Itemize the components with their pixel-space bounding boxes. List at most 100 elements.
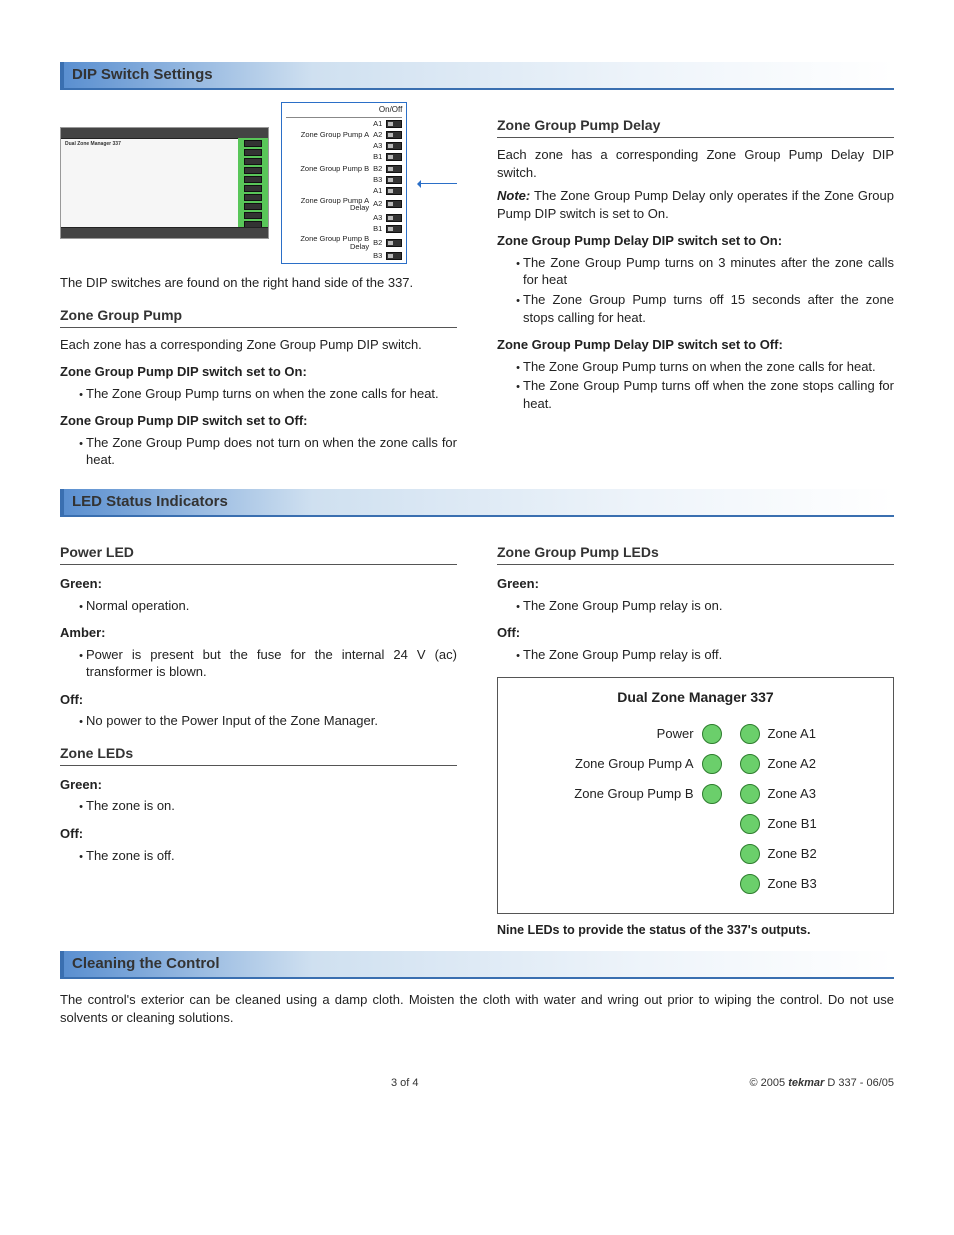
callout-pin: A1 [373,186,382,196]
callout-group-label: Zone Group Pump B Delay [286,235,369,250]
zone-pump-delay-off-title: Zone Group Pump Delay DIP switch set to … [497,336,894,354]
led-state-label: Green: [60,575,457,593]
led-dot-icon [702,724,722,744]
led-state-label: Amber: [60,624,457,642]
led-panel-title: Dual Zone Manager 337 [512,688,879,707]
dip-caption: The DIP switches are found on the right … [60,274,457,292]
led-row: Zone B3 [740,869,817,899]
dip-switch-icon [386,225,402,233]
led-label: Zone B2 [768,845,817,863]
list-item: The Zone Group Pump turns off when the z… [523,377,894,412]
led-panel-caption: Nine LEDs to provide the status of the 3… [497,922,894,939]
list-item: The Zone Group Pump turns on 3 minutes a… [523,254,894,289]
led-state-label: Off: [60,691,457,709]
arrow-icon [419,183,457,184]
sub-header-zone-leds: Zone LEDs [60,744,457,766]
zone-pump-delay-on-list: The Zone Group Pump turns on 3 minutes a… [497,254,894,326]
led-label: Zone B1 [768,815,817,833]
zone-pump-delay-on-title: Zone Group Pump Delay DIP switch set to … [497,232,894,250]
led-dot-icon [740,754,760,774]
led-row: Zone A3 [740,779,817,809]
led-state-list: No power to the Power Input of the Zone … [60,712,457,730]
led-state-list: Power is present but the fuse for the in… [60,646,457,681]
list-item: The zone is off. [86,847,457,865]
sub-header-pump-leds: Zone Group Pump LEDs [497,543,894,565]
led-row: Power [574,719,721,749]
callout-pin: B2 [373,164,382,174]
led-dot-icon [740,814,760,834]
callout-group-label: Zone Group Pump A Delay [286,197,369,212]
pump-led-states: Green: The Zone Group Pump relay is on. Of… [497,575,894,663]
list-item: The zone is on. [86,797,457,815]
footer-page: 3 of 4 [60,1076,750,1091]
list-item: The Zone Group Pump does not turn on whe… [86,434,457,469]
led-state-list: Normal operation. [60,597,457,615]
callout-pin: A3 [373,213,382,223]
callout-pin: B2 [373,238,382,248]
footer-right: © 2005 tekmar D 337 - 06/05 [750,1076,895,1091]
power-led-states: Green: Normal operation. Amber: Power is pr… [60,575,457,730]
callout-pin: B3 [373,175,382,185]
callout-title: On/Off [286,105,402,118]
led-state-label: Off: [60,825,457,843]
led-dot-icon [740,784,760,804]
led-state-list: The Zone Group Pump relay is off. [497,646,894,664]
led-label: Zone A1 [768,725,816,743]
dip-switch-icon [386,214,402,222]
dip-switch-icon [386,239,402,247]
dip-switch-icon [386,252,402,260]
led-label: Zone Group Pump A [575,755,694,773]
zone-pump-on-title: Zone Group Pump DIP switch set to On: [60,363,457,381]
dip-switch-icon [386,131,402,139]
dip-switch-icon [386,200,402,208]
section-header-cleaning: Cleaning the Control [60,951,894,979]
list-item: The Zone Group Pump turns on when the zo… [86,385,457,403]
led-state-list: The zone is off. [60,847,457,865]
led-row: Zone Group Pump B [574,779,721,809]
list-item: Normal operation. [86,597,457,615]
sub-header-zone-pump-delay: Zone Group Pump Delay [497,116,894,138]
zone-pump-delay-intro: Each zone has a corresponding Zone Group… [497,146,894,181]
dip-switch-icon [386,153,402,161]
zone-pump-delay-off-list: The Zone Group Pump turns on when the zo… [497,358,894,413]
list-item: The Zone Group Pump relay is off. [523,646,894,664]
zone-pump-off-list: The Zone Group Pump does not turn on whe… [60,434,457,469]
led-label: Power [657,725,694,743]
dip-switch-icon [386,120,402,128]
zone-pump-delay-note: Note: The Zone Group Pump Delay only ope… [497,187,894,222]
led-state-list: The zone is on. [60,797,457,815]
led-row: Zone A1 [740,719,817,749]
led-dot-icon [740,844,760,864]
led-state-label: Green: [60,776,457,794]
zone-pump-off-title: Zone Group Pump DIP switch set to Off: [60,412,457,430]
dip-switch-icon [386,187,402,195]
callout-pin: B1 [373,224,382,234]
led-row: Zone B1 [740,809,817,839]
section-header-dip: DIP Switch Settings [60,62,894,90]
led-row: Zone Group Pump A [574,749,721,779]
led-state-label: Green: [497,575,894,593]
zone-pump-intro: Each zone has a corresponding Zone Group… [60,336,457,354]
callout-pin: B1 [373,152,382,162]
dip-switch-icon [386,165,402,173]
list-item: The Zone Group Pump turns off 15 seconds… [523,291,894,326]
zone-led-states: Green: The zone is on. Off: The zone is off… [60,776,457,864]
section-header-led: LED Status Indicators [60,489,894,517]
list-item: The Zone Group Pump turns on when the zo… [523,358,894,376]
callout-pin: A1 [373,119,382,129]
callout-pin: B3 [373,251,382,261]
led-label: Zone B3 [768,875,817,893]
led-label: Zone Group Pump B [574,785,693,803]
cleaning-text: The control's exterior can be cleaned us… [60,991,894,1026]
led-dot-icon [702,784,722,804]
led-row: Zone B2 [740,839,817,869]
list-item: The Zone Group Pump relay is on. [523,597,894,615]
led-panel: Dual Zone Manager 337 Power Zone Group Pu… [497,677,894,914]
sub-header-power-led: Power LED [60,543,457,565]
led-label: Zone A2 [768,755,816,773]
led-row: Zone A2 [740,749,817,779]
led-state-label: Off: [497,624,894,642]
page-footer: 3 of 4 © 2005 tekmar D 337 - 06/05 [60,1076,894,1091]
led-state-list: The Zone Group Pump relay is on. [497,597,894,615]
led-dot-icon [740,724,760,744]
